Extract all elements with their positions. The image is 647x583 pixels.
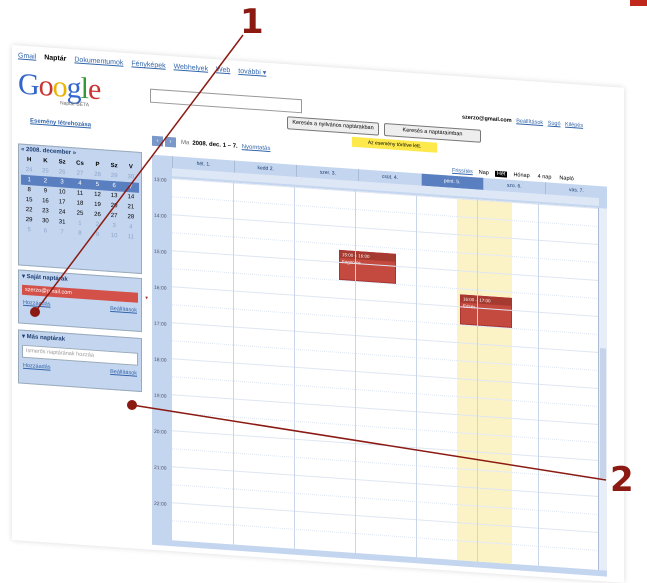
today-button[interactable]: Ma [181, 140, 189, 147]
scrollbar-thumb[interactable] [600, 348, 606, 479]
my-calendar-label: szerzo@gmail.com [25, 286, 72, 297]
nav-gmail[interactable]: Gmail [18, 52, 36, 60]
tab-agenda[interactable]: Napló [557, 175, 575, 182]
other-calendars-panel: ▾ Más naptárak Ismerős naptárának hozzáa… [18, 329, 142, 393]
time-label: 22:00 [154, 500, 167, 508]
mini-day[interactable]: 9 [89, 229, 105, 240]
nav-more[interactable]: további ▾ [238, 68, 266, 77]
nav-web[interactable]: Web [216, 66, 230, 74]
nav-photos[interactable]: Fényképek [131, 60, 165, 69]
date-navigation: ‹ › Ma 2008. dec. 1 – 7. Nyomtatás [152, 135, 270, 155]
time-label: 16:00 [154, 284, 167, 292]
hour-line [172, 502, 599, 534]
notice-bar: Az esemény törölve lett. [352, 136, 437, 153]
mini-day[interactable]: 6 [37, 226, 53, 237]
half-hour-line [172, 304, 599, 336]
hour-line [172, 286, 599, 318]
half-hour-line [172, 520, 599, 552]
callout-number-1: 1 [240, 2, 264, 42]
tab-month[interactable]: Hónap [511, 172, 531, 179]
time-label: 15:00 [154, 248, 167, 256]
half-hour-line [172, 484, 599, 516]
hour-line [172, 430, 599, 462]
callout-number-2: 2 [610, 460, 634, 500]
week-grid: hét. 1. kedd 2. szer. 3. csüt. 4. pént. … [152, 154, 607, 577]
user-bar: szerzo@gmail.com Beállítások Súgó Kilépé… [462, 114, 583, 128]
my-calendars-add-link[interactable]: Hozzáadás [23, 300, 51, 308]
mini-day[interactable]: 5 [21, 225, 37, 236]
calendar-screenshot: Gmail Naptár Dokumentumok Fényképek Webh… [12, 45, 624, 583]
time-label: 21:00 [154, 464, 167, 472]
mini-day[interactable]: 11 [123, 232, 139, 243]
my-calendars-panel: ▾ Saját naptárak szerzo@gmail.com ▾ Hozzá… [18, 269, 148, 333]
day-column-divider [233, 182, 234, 545]
mini-calendar: « 2008. december » H K Sz Cs P Sz V 24 25 26 27 28… [18, 143, 142, 275]
other-calendars-add-link[interactable]: Hozzáadás [23, 363, 51, 371]
print-link[interactable]: Nyomtatás [242, 144, 271, 152]
my-calendars-settings-link[interactable]: Beállítások [110, 306, 137, 314]
half-hour-line [172, 448, 599, 480]
next-week-button[interactable]: › [165, 136, 176, 148]
logo-subtitle: Naptár BÉTA [60, 100, 90, 109]
prev-week-button[interactable]: ‹ [152, 135, 163, 147]
help-link[interactable]: Súgó [548, 120, 561, 127]
half-hour-line [172, 340, 599, 372]
tab-day[interactable]: Nap [477, 170, 491, 177]
nav-documents[interactable]: Dokumentumok [74, 56, 123, 66]
user-email: szerzo@gmail.com [462, 114, 512, 124]
hour-line [172, 466, 599, 498]
event-block[interactable]: 15:00 – 16:00 Fogorvos [339, 249, 396, 284]
mini-day[interactable]: 8 [71, 228, 90, 239]
tab-week[interactable]: Hét [494, 170, 508, 178]
half-hour-line [172, 376, 599, 408]
hour-line [172, 214, 599, 246]
search-input[interactable] [150, 88, 302, 114]
time-label: 20:00 [154, 428, 167, 436]
refresh-link[interactable]: Frissítés [452, 168, 473, 175]
event-block[interactable]: 16:00 – 17:00 Edzés [460, 294, 512, 328]
nav-calendar[interactable]: Naptár [44, 54, 66, 63]
tab-4days[interactable]: 4 nap [536, 174, 554, 181]
hour-line [172, 322, 599, 354]
day-column-divider [416, 195, 417, 558]
hour-line [172, 394, 599, 426]
calendar-color-icon[interactable]: ▾ [145, 293, 148, 303]
search-public-button[interactable]: Keresés a nyilvános naptárakban [287, 116, 379, 136]
half-hour-line [172, 412, 599, 444]
time-label: 13:00 [154, 176, 167, 184]
time-label: 19:00 [154, 392, 167, 400]
time-label: 14:00 [154, 212, 167, 220]
day-column-divider [294, 186, 295, 549]
other-calendars-settings-link[interactable]: Beállítások [110, 369, 137, 377]
hour-line [172, 358, 599, 390]
day-column-divider [538, 203, 539, 566]
time-label: 18:00 [154, 356, 167, 364]
mini-day[interactable]: 7 [54, 227, 71, 238]
create-event-link[interactable]: Esemény létrehozása [30, 118, 91, 128]
signout-link[interactable]: Kilépés [565, 122, 583, 129]
date-range: 2008. dec. 1 – 7. [192, 140, 238, 150]
mini-calendar-table: H K Sz Cs P Sz V 24 25 26 27 28 29 30 1 2 3 4 5 6 7 8 9 10 11 12… [21, 155, 139, 243]
nav-sites[interactable]: Webhelyek [174, 63, 209, 72]
grid-body[interactable]: 15:00 – 16:00 Fogorvos 16:00 – 17:00 Edz… [172, 178, 599, 571]
sidebar: « 2008. december » H K Sz Cs P Sz V 24 25 26 27 28… [18, 143, 148, 532]
mini-day[interactable]: 10 [106, 231, 123, 242]
day-column-divider [477, 199, 478, 562]
day-column-divider [355, 190, 356, 554]
time-label: 17:00 [154, 320, 167, 328]
vertical-scrollbar[interactable] [598, 207, 607, 571]
time-column: 13:00 14:00 15:00 16:00 17:00 18:00 19:00 20:00… [152, 177, 172, 540]
settings-link[interactable]: Beállítások [516, 118, 543, 126]
